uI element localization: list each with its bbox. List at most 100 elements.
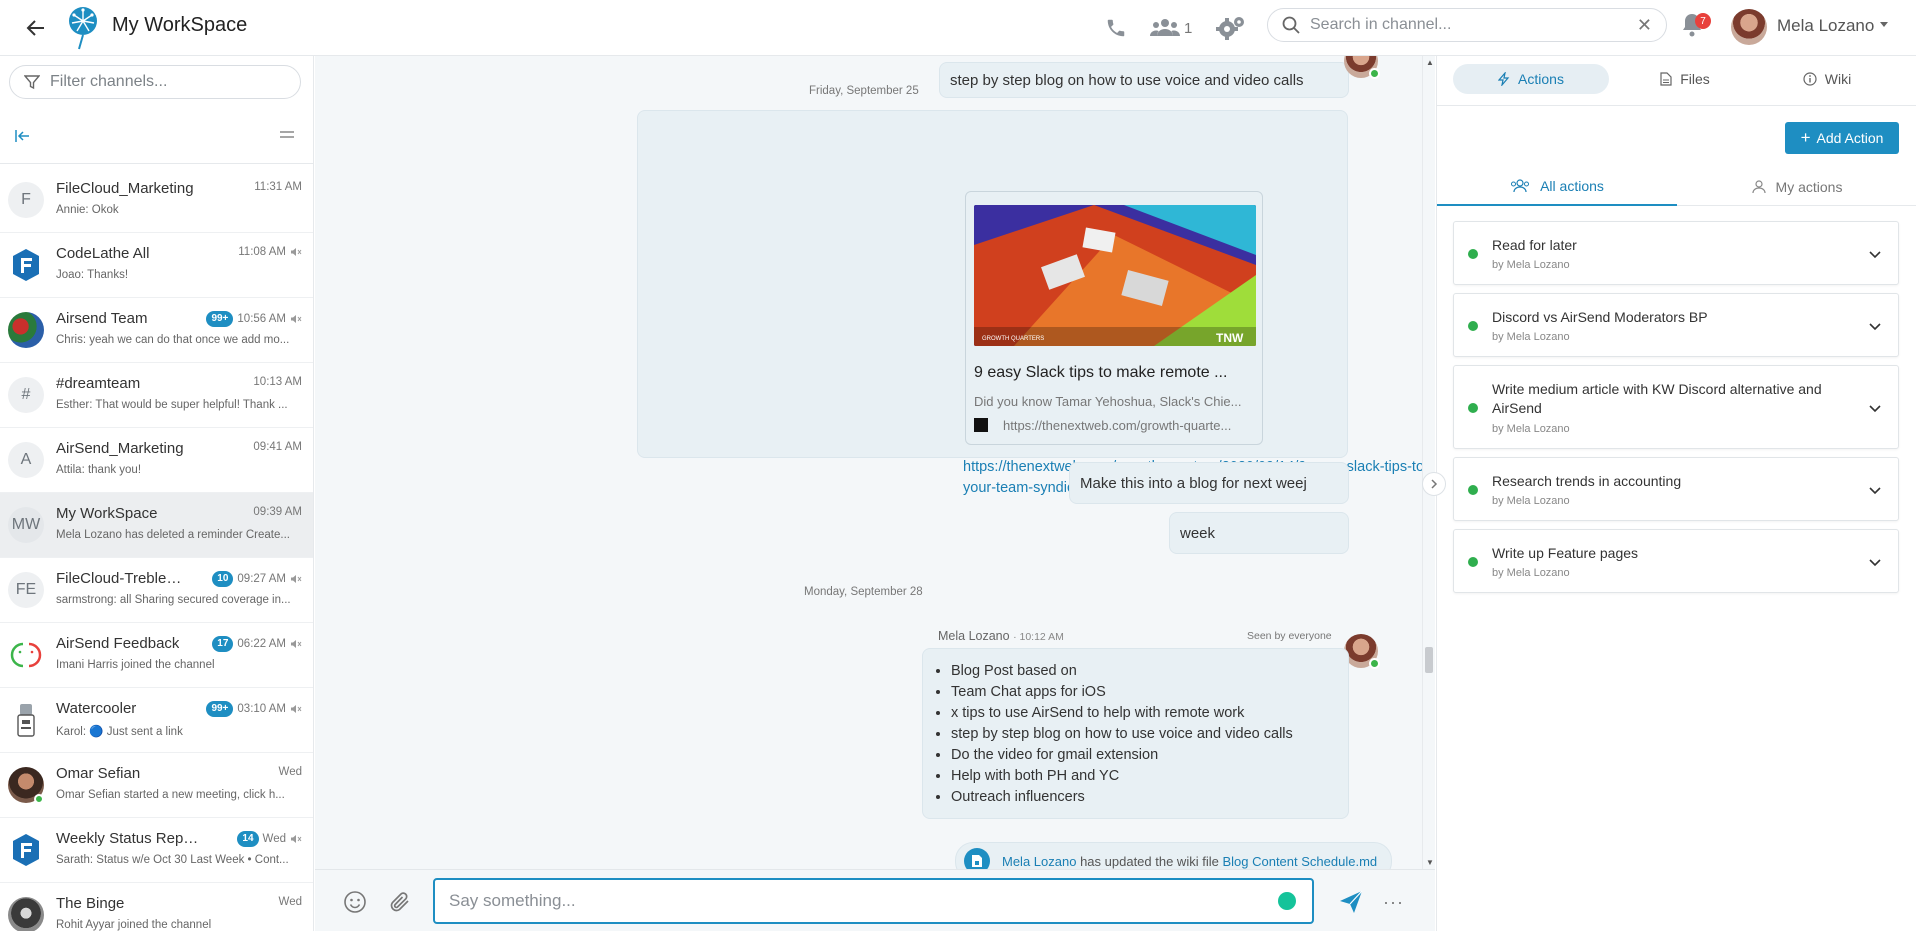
phone-icon[interactable] bbox=[1103, 14, 1129, 42]
action-card[interactable]: Research trends in accounting by Mela Lo… bbox=[1453, 457, 1899, 521]
channel-item[interactable]: FE FileCloud-TrebleP... 10 09:27 AM sarms… bbox=[0, 558, 313, 623]
message-bubble: week bbox=[1169, 512, 1349, 554]
site-favicon-icon bbox=[974, 418, 988, 432]
muted-icon bbox=[291, 640, 302, 648]
sender-line: Mela Lozano · 10:12 AM bbox=[938, 629, 1064, 643]
channel-time: 09:27 AM bbox=[237, 573, 286, 585]
settings-gears-icon[interactable] bbox=[1216, 14, 1246, 42]
expand-panel-button[interactable] bbox=[1422, 472, 1446, 496]
clear-search-icon[interactable]: ✕ bbox=[1637, 15, 1652, 36]
emoji-icon[interactable] bbox=[343, 890, 367, 914]
group-icon bbox=[1511, 179, 1530, 193]
channel-search-input[interactable] bbox=[1310, 16, 1637, 34]
channel-preview: Chris: yeah we can do that once we add m… bbox=[56, 334, 290, 346]
channel-preview: Karol: 🔵 Just sent a link bbox=[56, 726, 183, 738]
image-brand-left: GROWTH QUARTERS bbox=[982, 336, 1044, 342]
channel-item[interactable]: # #dreamteam 10:13 AM Esther: That would… bbox=[0, 363, 313, 428]
link-preview-card[interactable]: GROWTH QUARTERS TNW 9 easy Slack tips to… bbox=[965, 191, 1263, 445]
user-name[interactable]: Mela Lozano bbox=[1777, 16, 1874, 36]
action-status-dot bbox=[1468, 249, 1478, 259]
app-root: My WorkSpace 1 ✕ bbox=[0, 0, 1916, 931]
action-filter-tabs: All actions My actions bbox=[1437, 168, 1916, 206]
attachment-icon[interactable] bbox=[388, 890, 412, 914]
channel-sidebar: F FileCloud_Marketing 11:31 AM Annie: Ok… bbox=[0, 56, 314, 931]
chevron-down-icon[interactable] bbox=[1868, 247, 1882, 261]
notifications-button[interactable]: 7 bbox=[1680, 12, 1712, 42]
channel-meta: Wed bbox=[279, 896, 302, 908]
action-status-dot bbox=[1468, 321, 1478, 331]
tab-my-actions[interactable]: My actions bbox=[1677, 168, 1916, 206]
airsend-logo bbox=[66, 6, 100, 50]
scroll-down-icon[interactable]: ▼ bbox=[1426, 858, 1434, 867]
channel-meta: 10:13 AM bbox=[253, 376, 302, 388]
channel-item[interactable]: Weekly Status Reports 14 Wed Sarath: Stat… bbox=[0, 818, 313, 883]
action-card[interactable]: Write medium article with KW Discord alt… bbox=[1453, 365, 1899, 449]
tab-actions[interactable]: Actions bbox=[1453, 64, 1609, 94]
link-preview-url: https://thenextweb.com/growth-quarte... bbox=[1003, 418, 1232, 433]
message-list[interactable]: step by step blog on how to use voice an… bbox=[315, 56, 1422, 869]
channel-item[interactable]: AirSend Feedback 17 06:22 AM Imani Harris… bbox=[0, 623, 313, 688]
action-card[interactable]: Read for later by Mela Lozano bbox=[1453, 221, 1899, 285]
tab-label: Files bbox=[1680, 71, 1710, 87]
tab-wiki[interactable]: Wiki bbox=[1777, 64, 1877, 94]
sender-avatar[interactable] bbox=[1344, 56, 1380, 79]
scroll-thumb[interactable] bbox=[1425, 647, 1433, 673]
link-preview-title: 9 easy Slack tips to make remote ... bbox=[974, 364, 1228, 381]
filter-channels-input[interactable] bbox=[50, 73, 286, 91]
filter-channels-box[interactable] bbox=[9, 65, 301, 99]
chevron-down-icon[interactable] bbox=[1868, 483, 1882, 497]
add-action-button[interactable]: + Add Action bbox=[1785, 122, 1899, 154]
more-options-icon[interactable]: ··· bbox=[1383, 892, 1404, 913]
channel-item[interactable]: Watercooler 99+ 03:10 AM Karol: 🔵 Just se… bbox=[0, 688, 313, 753]
channel-avatar bbox=[8, 247, 44, 283]
menu-icon[interactable] bbox=[279, 128, 295, 142]
tab-all-actions[interactable]: All actions bbox=[1437, 168, 1677, 206]
chat-scrollbar[interactable]: ▲ ▼ bbox=[1422, 56, 1434, 869]
members-button[interactable]: 1 bbox=[1150, 14, 1192, 42]
send-icon[interactable] bbox=[1337, 888, 1365, 916]
grammarly-icon[interactable] bbox=[1278, 892, 1296, 910]
action-status-dot bbox=[1468, 557, 1478, 567]
channel-item[interactable]: F FileCloud_Marketing 11:31 AM Annie: Ok… bbox=[0, 168, 313, 233]
channel-item[interactable]: Omar Sefian Wed Omar Sefian started a ne… bbox=[0, 753, 313, 818]
channel-meta: 11:31 AM bbox=[254, 181, 302, 193]
channel-avatar: A bbox=[8, 442, 44, 478]
message-input[interactable] bbox=[433, 878, 1314, 924]
channel-name: My WorkSpace bbox=[56, 505, 158, 522]
chevron-down-icon[interactable] bbox=[1868, 319, 1882, 333]
action-card[interactable]: Write up Feature pages by Mela Lozano bbox=[1453, 529, 1899, 593]
action-title: Discord vs AirSend Moderators BP bbox=[1492, 309, 1708, 325]
subtab-label: My actions bbox=[1775, 179, 1843, 195]
sender-avatar[interactable] bbox=[1344, 634, 1380, 669]
channel-meta: Wed bbox=[279, 766, 302, 778]
water-cooler-icon bbox=[17, 704, 35, 737]
channel-meta: 14 Wed bbox=[237, 831, 302, 847]
chevron-down-icon[interactable] bbox=[1880, 22, 1888, 27]
channel-search-box[interactable]: ✕ bbox=[1267, 8, 1667, 42]
channel-item[interactable]: A AirSend_Marketing 09:41 AM Attila: tha… bbox=[0, 428, 313, 493]
wiki-user-link[interactable]: Mela Lozano bbox=[1002, 854, 1076, 869]
chevron-down-icon[interactable] bbox=[1868, 555, 1882, 569]
wiki-file-link[interactable]: Blog Content Schedule.md bbox=[1222, 854, 1377, 869]
channel-item[interactable]: CodeLathe All 11:08 AM Joao: Thanks! bbox=[0, 233, 313, 298]
channel-item-active[interactable]: MW My WorkSpace 09:39 AM Mela Lozano has… bbox=[0, 493, 313, 558]
channel-item[interactable]: Airsend Team 99+ 10:56 AM Chris: yeah we … bbox=[0, 298, 313, 363]
date-separator: Friday, September 25 bbox=[809, 85, 919, 97]
link-preview-description: Did you know Tamar Yehoshua, Slack's Chi… bbox=[974, 394, 1242, 409]
back-arrow-icon[interactable] bbox=[22, 14, 50, 42]
sender-name[interactable]: Mela Lozano bbox=[938, 629, 1010, 643]
message-bubble: Blog Post based on Team Chat apps for iO… bbox=[922, 648, 1349, 819]
channel-meta: 09:39 AM bbox=[253, 506, 302, 518]
chevron-down-icon[interactable] bbox=[1868, 401, 1882, 415]
user-avatar[interactable] bbox=[1731, 9, 1767, 45]
online-status-dot bbox=[1369, 658, 1380, 669]
channel-preview: Joao: Thanks! bbox=[56, 269, 129, 281]
tab-files[interactable]: Files bbox=[1635, 64, 1735, 94]
collapse-sidebar-icon[interactable] bbox=[13, 126, 33, 146]
channel-item[interactable]: The Binge Wed Rohit Ayyar joined the cha… bbox=[0, 883, 313, 931]
channel-avatar bbox=[8, 832, 44, 868]
action-card[interactable]: Discord vs AirSend Moderators BP by Mela… bbox=[1453, 293, 1899, 357]
scroll-up-icon[interactable]: ▲ bbox=[1426, 58, 1434, 67]
person-icon bbox=[1751, 180, 1766, 194]
channel-name: Omar Sefian bbox=[56, 765, 141, 782]
